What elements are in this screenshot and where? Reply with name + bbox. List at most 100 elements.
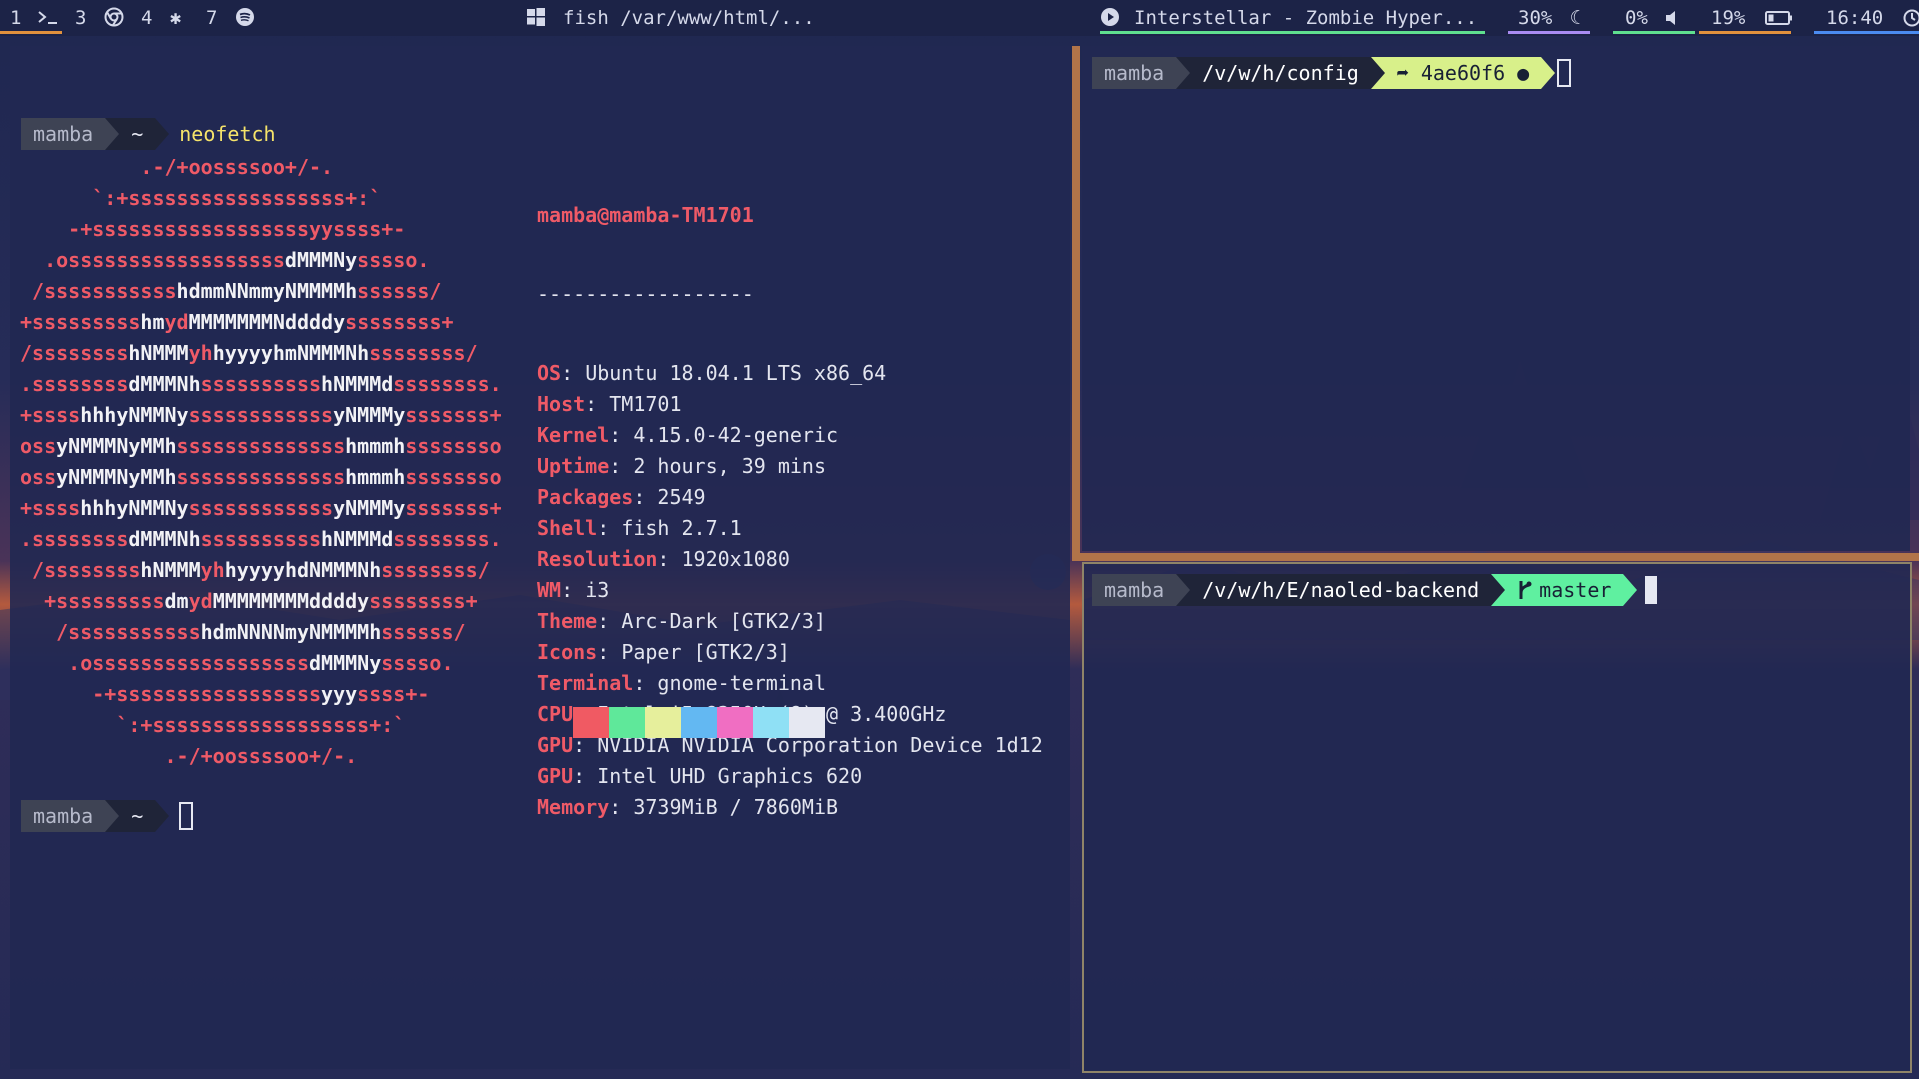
ubuntu-ascii-logo: .-/+oossssoo+/-. `:+ssssssssssssssssss+:… [20,152,502,772]
prompt-user: mamba [1092,574,1177,606]
gear-icon: ✱ [169,7,182,29]
ascii-art-line: +ssssssssshmydMMMMMMMNddddyssssssss+ [20,310,454,334]
ascii-art-line: .ssssssssdMMMNhsssssssssshNMMMdssssssss. [20,372,502,396]
ascii-art-line: /sssssssshNMMMyhhyyyyhdNMMMNhssssssss/ [20,558,490,582]
info-row: Shell: fish 2.7.1 [537,516,742,540]
workspace-7[interactable]: 7 [206,0,256,36]
workspace-1[interactable]: 1 [0,0,62,36]
play-icon [1101,8,1119,26]
workspace-number: 3 [75,7,87,29]
info-key: Kernel [537,423,610,447]
prompt-dir: ~ [119,118,156,150]
prompt-dir: /v/w/h/config [1190,57,1371,89]
info-row: Theme: Arc-Dark [GTK2/3] [537,609,827,633]
right-bottom-terminal[interactable] [1082,562,1912,1073]
media-title: Interstellar - Zombie Hyper... [1134,7,1478,29]
info-value: Paper [GTK2/3] [621,640,790,664]
prompt-separator [1370,57,1385,89]
info-value: fish 2.7.1 [621,516,742,540]
volume-underline [1613,31,1695,34]
clock-icon [1903,9,1919,27]
prompt-separator [105,118,120,150]
battery-indicator[interactable]: 19% [1699,0,1793,36]
volume-indicator[interactable]: 0% [1613,0,1695,36]
battery-underline [1699,31,1791,34]
top-bar: 1 3 4 ✱ 7 fish /var/www/html/... Interst… [0,0,1919,36]
info-value: 4.15.0-42-generic [633,423,839,447]
prompt-separator [1176,574,1191,606]
info-value: Ubuntu 18.04.1 LTS x86_64 [585,361,887,385]
info-row: Terminal: gnome-terminal [537,671,826,695]
info-value: Arc-Dark [GTK2/3] [621,609,827,633]
info-value: Intel UHD Graphics 620 [597,764,863,788]
workspace-number: 7 [206,7,218,29]
workspace-4[interactable]: 4 ✱ [141,0,191,36]
moon-icon: ☾ [1569,7,1582,29]
info-value: 3739MiB / 7860MiB [633,795,839,819]
prompt-separator [1491,574,1506,606]
ascii-art-line: +sssssssssdmydMMMMMMMMddddyssssssss+ [20,589,478,613]
chrome-icon [104,7,124,27]
info-key: WM [537,578,562,602]
color-palette [573,707,825,738]
terminal-icon [38,11,57,24]
ascii-art-line: .ssssssssdMMMNhsssssssssshNMMMdssssssss. [20,527,502,551]
prompt-command: neofetch [179,122,276,146]
palette-swatch [573,707,609,738]
pane-split-border[interactable] [1072,553,1919,561]
clock-value: 16:40 [1826,7,1884,29]
clock[interactable]: 16:40 [1814,0,1919,36]
media-underline [1100,31,1485,34]
info-row: Packages: 2549 [537,485,706,509]
info-row: Kernel: 4.15.0-42-generic [537,423,839,447]
info-key: GPU [537,764,574,788]
ascii-art-line: `:+ssssssssssssssssss+:` [20,713,406,737]
info-key: Theme [537,609,598,633]
prompt-separator [155,800,170,832]
brightness-value: 30% [1518,7,1553,29]
windows-icon [527,8,545,26]
info-key: Icons [537,640,598,664]
pane-vertical-border[interactable] [1072,46,1080,561]
volume-value: 0% [1625,7,1648,29]
right-top-terminal[interactable] [1082,46,1910,551]
text-cursor [179,802,194,830]
neofetch-info: mamba@mamba-TM1701 ------------------ OS… [537,152,1043,847]
info-key: Shell [537,516,598,540]
info-row: Icons: Paper [GTK2/3] [537,640,790,664]
battery-icon [1764,11,1792,25]
git-branch-name: master [1539,578,1612,602]
info-row: OS: Ubuntu 18.04.1 LTS x86_64 [537,361,887,385]
info-key: Packages [537,485,634,509]
ascii-art-line: ossyNMMMNyMMhsssssssssssssshmmmhssssssso [20,434,502,458]
ascii-art-line: +sssshhhyNMMNyssssssssssssyNMMMysssssss+ [20,403,502,427]
info-key: GPU [537,733,574,757]
info-row: Host: TM1701 [537,392,682,416]
palette-swatch [717,707,753,738]
palette-swatch [681,707,717,738]
prompt-separator [105,800,120,832]
speaker-icon [1666,11,1676,25]
prompt-dir: ~ [119,800,156,832]
prompt-neofetch: mamba ~ neofetch [21,118,276,150]
ascii-art-line: /ssssssssssshdmNNNNmyNMMMMhssssss/ [20,620,466,644]
info-userhost: mamba@mamba-TM1701 [537,203,754,227]
palette-swatch [645,707,681,738]
info-row: Memory: 3739MiB / 7860MiB [537,795,839,819]
ascii-art-line: /sssssssshNMMMyhhyyyyhmNMMMNhssssssss/ [20,341,478,365]
brightness-indicator[interactable]: 30% ☾ [1508,0,1590,36]
workspace-3[interactable]: 3 [75,0,125,36]
text-cursor [1645,576,1658,604]
ascii-art-line: .ossssssssssssssssssdMMMNysssso. [20,248,430,272]
media-player[interactable]: Interstellar - Zombie Hyper... [1100,0,1485,36]
palette-swatch [753,707,789,738]
info-row: Uptime: 2 hours, 39 mins [537,454,826,478]
spotify-icon [235,8,254,26]
prompt-dir: /v/w/h/E/naoled-backend [1190,574,1492,606]
prompt-separator [1176,57,1191,89]
workspace-active-indicator [0,31,62,34]
info-key: Memory [537,795,610,819]
prompt-user: mamba [21,800,106,832]
prompt-idle: mamba ~ [21,800,194,832]
prompt-user: mamba [21,118,106,150]
